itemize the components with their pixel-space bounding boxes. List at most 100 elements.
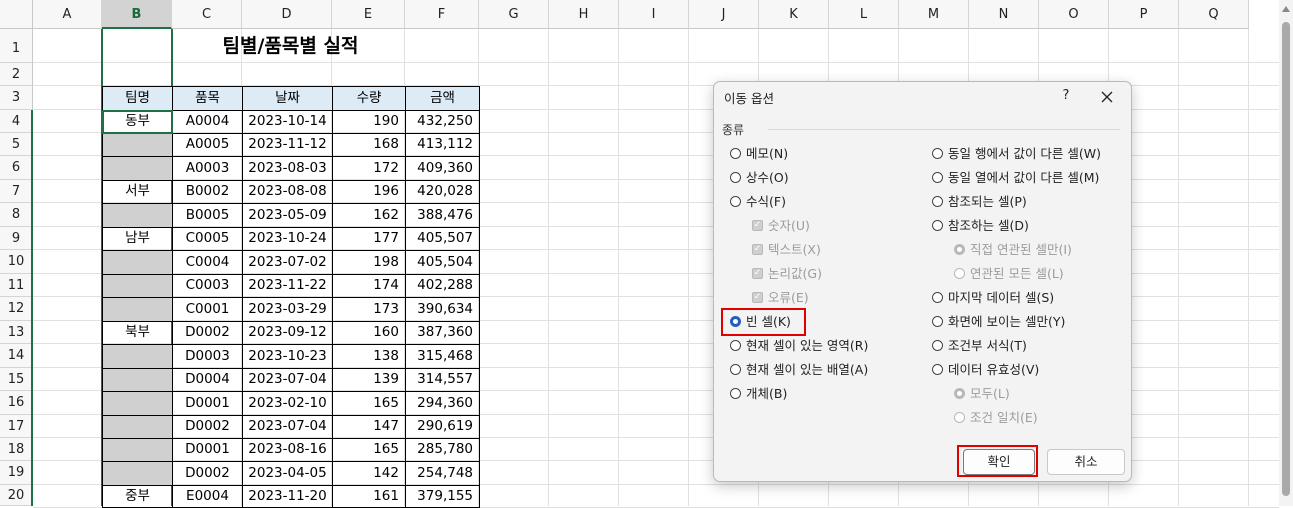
- table-header-cell[interactable]: 팀명: [102, 86, 173, 111]
- table-cell-qty[interactable]: 138: [332, 344, 406, 369]
- table-cell-qty[interactable]: 196: [332, 180, 406, 204]
- column-header-p[interactable]: P: [1109, 0, 1179, 29]
- cancel-button[interactable]: 취소: [1047, 449, 1125, 475]
- table-cell-date[interactable]: 2023-07-02: [242, 250, 333, 275]
- row-header-5[interactable]: 5: [0, 133, 33, 156]
- row-header-12[interactable]: 12: [0, 297, 33, 321]
- row-header-8[interactable]: 8: [0, 203, 33, 227]
- table-cell-team[interactable]: 중부: [102, 485, 173, 508]
- right-option[interactable]: 참조하는 셀(D): [932, 216, 1029, 236]
- table-cell-qty[interactable]: 162: [332, 203, 406, 228]
- table-header-cell[interactable]: 품목: [172, 86, 243, 111]
- close-icon[interactable]: [1096, 86, 1118, 106]
- table-cell-team[interactable]: 북부: [102, 321, 173, 345]
- column-header-q[interactable]: Q: [1179, 0, 1249, 29]
- table-cell-date[interactable]: 2023-11-20: [242, 485, 333, 508]
- column-header-c[interactable]: C: [172, 0, 242, 29]
- table-cell-item[interactable]: C0004: [172, 250, 243, 275]
- row-header-2[interactable]: 2: [0, 63, 33, 86]
- row-header-9[interactable]: 9: [0, 227, 33, 250]
- table-cell-amount[interactable]: 254,748: [405, 461, 480, 486]
- table-cell-date[interactable]: 2023-04-05: [242, 461, 333, 486]
- table-cell-qty[interactable]: 174: [332, 274, 406, 298]
- table-cell-team[interactable]: [102, 203, 173, 228]
- row-header-15[interactable]: 15: [0, 368, 33, 391]
- table-header-cell[interactable]: 날짜: [242, 86, 333, 111]
- row-header-10[interactable]: 10: [0, 250, 33, 274]
- table-cell-amount[interactable]: 413,112: [405, 133, 480, 157]
- right-option[interactable]: 동일 행에서 값이 다른 셀(W): [932, 144, 1101, 164]
- table-cell-item[interactable]: D0001: [172, 438, 243, 462]
- row-header-13[interactable]: 13: [0, 321, 33, 344]
- table-cell-amount[interactable]: 405,504: [405, 250, 480, 275]
- right-option[interactable]: 마지막 데이터 셀(S): [932, 288, 1054, 308]
- table-cell-item[interactable]: B0002: [172, 180, 243, 204]
- table-cell-team[interactable]: [102, 415, 173, 439]
- column-header-a[interactable]: A: [33, 0, 102, 29]
- column-header-h[interactable]: H: [549, 0, 619, 29]
- table-cell-date[interactable]: 2023-08-03: [242, 156, 333, 181]
- left-option[interactable]: 현재 셀이 있는 영역(R): [730, 336, 868, 356]
- table-cell-team[interactable]: [102, 344, 173, 369]
- table-cell-item[interactable]: D0002: [172, 461, 243, 486]
- table-header-cell[interactable]: 수량: [332, 86, 406, 111]
- table-cell-item[interactable]: A0005: [172, 133, 243, 157]
- sheet-title[interactable]: 팀별/품목별 실적: [102, 34, 479, 58]
- row-header-18[interactable]: 18: [0, 438, 33, 461]
- table-header-cell[interactable]: 금액: [405, 86, 480, 111]
- column-header-i[interactable]: I: [619, 0, 689, 29]
- row-header-4[interactable]: 4: [0, 110, 33, 133]
- row-header-17[interactable]: 17: [0, 415, 33, 438]
- table-cell-date[interactable]: 2023-10-24: [242, 227, 333, 251]
- table-cell-amount[interactable]: 379,155: [405, 485, 480, 508]
- table-cell-qty[interactable]: 161: [332, 485, 406, 508]
- table-cell-qty[interactable]: 198: [332, 250, 406, 275]
- column-header-m[interactable]: M: [899, 0, 969, 29]
- table-cell-team[interactable]: [102, 438, 173, 462]
- table-cell-item[interactable]: E0004: [172, 485, 243, 508]
- table-cell-amount[interactable]: 402,288: [405, 274, 480, 298]
- scroll-up-arrow-icon[interactable]: [1282, 6, 1290, 12]
- help-icon[interactable]: ?: [1056, 86, 1076, 106]
- table-cell-qty[interactable]: 139: [332, 368, 406, 392]
- column-header-j[interactable]: J: [689, 0, 759, 29]
- table-cell-item[interactable]: A0004: [172, 110, 243, 134]
- row-header-1[interactable]: 1: [0, 29, 33, 63]
- column-header-b[interactable]: B: [102, 0, 172, 29]
- table-cell-qty[interactable]: 190: [332, 110, 406, 134]
- table-cell-amount[interactable]: 432,250: [405, 110, 480, 134]
- table-cell-qty[interactable]: 168: [332, 133, 406, 157]
- table-cell-amount[interactable]: 387,360: [405, 321, 480, 345]
- row-header-7[interactable]: 7: [0, 180, 33, 203]
- table-cell-date[interactable]: 2023-02-10: [242, 391, 333, 416]
- table-cell-date[interactable]: 2023-09-12: [242, 321, 333, 345]
- table-cell-date[interactable]: 2023-08-16: [242, 438, 333, 462]
- table-cell-amount[interactable]: 315,468: [405, 344, 480, 369]
- table-cell-item[interactable]: D0001: [172, 391, 243, 416]
- left-option[interactable]: 상수(O): [730, 168, 789, 188]
- row-header-3[interactable]: 3: [0, 86, 33, 110]
- table-cell-team[interactable]: [102, 297, 173, 322]
- table-cell-date[interactable]: 2023-11-22: [242, 274, 333, 298]
- table-cell-item[interactable]: D0002: [172, 321, 243, 345]
- column-header-n[interactable]: N: [969, 0, 1039, 29]
- table-cell-qty[interactable]: 147: [332, 415, 406, 439]
- table-cell-amount[interactable]: 390,634: [405, 297, 480, 322]
- column-header-l[interactable]: L: [829, 0, 899, 29]
- table-cell-amount[interactable]: 285,780: [405, 438, 480, 462]
- table-cell-team[interactable]: 남부: [102, 227, 173, 251]
- column-header-g[interactable]: G: [479, 0, 549, 29]
- table-cell-date[interactable]: 2023-10-14: [242, 110, 333, 134]
- right-option[interactable]: 화면에 보이는 셀만(Y): [932, 312, 1065, 332]
- column-header-d[interactable]: D: [242, 0, 332, 29]
- table-cell-item[interactable]: D0003: [172, 344, 243, 369]
- table-cell-date[interactable]: 2023-05-09: [242, 203, 333, 228]
- row-header-14[interactable]: 14: [0, 344, 33, 368]
- right-option[interactable]: 참조되는 셀(P): [932, 192, 1027, 212]
- table-cell-date[interactable]: 2023-07-04: [242, 415, 333, 439]
- table-cell-item[interactable]: C0005: [172, 227, 243, 251]
- table-cell-qty[interactable]: 165: [332, 438, 406, 462]
- table-cell-item[interactable]: D0004: [172, 368, 243, 392]
- row-header-11[interactable]: 11: [0, 274, 33, 297]
- row-header-19[interactable]: 19: [0, 461, 33, 485]
